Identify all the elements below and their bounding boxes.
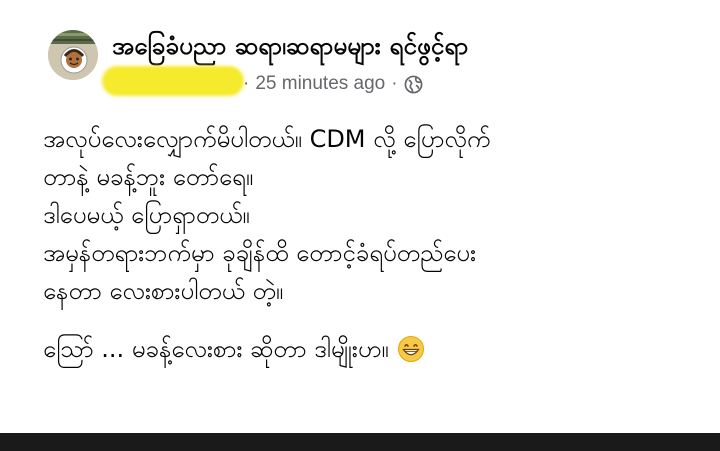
post-body-line: ဒါပေမယ့် ပြောရှာတယ်။: [43, 201, 250, 229]
meta-separator: ·: [243, 73, 250, 94]
grinning-face-icon: [397, 335, 425, 363]
author-name-redacted: [102, 66, 244, 96]
group-avatar-image: [48, 30, 98, 80]
facebook-post: အခြေခံပညာ ဆရာ၊ဆရာမများ ရင်ဖွင့်ရာ · 25 m…: [0, 0, 720, 433]
post-body-last-line: သြော် ... မခန့်လေးစား ဆိုတာ ဒါမျိုးဟ။: [43, 330, 703, 368]
globe-icon[interactable]: [404, 75, 423, 94]
meta-separator: ·: [391, 73, 398, 94]
post-body-line: နေတာ လေးစားပါတယ် တဲ့။: [43, 277, 284, 305]
post-body: အလုပ်လေးလျှောက်မိပါတယ်။ CDM လို့ ပြောလို…: [43, 120, 703, 368]
group-name-link[interactable]: အခြေခံပညာ ဆရာ၊ဆရာမများ ရင်ဖွင့်ရာ: [112, 30, 468, 66]
group-avatar[interactable]: [48, 30, 98, 80]
post-body-line: သြော် ... မခန့်လေးစား ဆိုတာ ဒါမျိုးဟ။: [43, 335, 389, 363]
post-body-line: အမှန်တရားဘက်မှာ ခုချိန်ထိ တောင့်ခံရပ်တည်…: [43, 239, 477, 267]
paragraph-break: [43, 310, 703, 330]
post-meta: · 25 minutes ago ·: [243, 73, 423, 95]
post-timestamp[interactable]: 25 minutes ago: [255, 73, 385, 95]
bottom-bar: [0, 433, 720, 451]
post-body-line: တာနဲ့ မခန့်ဘူး တော်ရေ။: [43, 163, 254, 191]
post-body-line: အလုပ်လေးလျှောက်မိပါတယ်။ CDM လို့ ပြောလို…: [43, 125, 491, 153]
